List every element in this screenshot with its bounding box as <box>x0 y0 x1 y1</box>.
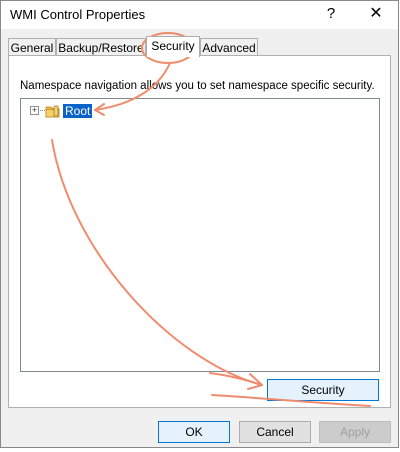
title-bar: WMI Control Properties ? ✕ <box>1 1 398 29</box>
window-title: WMI Control Properties <box>10 7 146 22</box>
security-button[interactable]: Security <box>267 379 379 401</box>
expand-icon[interactable]: + <box>30 106 39 115</box>
close-button[interactable]: ✕ <box>361 3 391 25</box>
namespace-folder-icon <box>45 105 60 118</box>
help-button[interactable]: ? <box>316 3 346 25</box>
tab-backup-restore[interactable]: Backup/Restore <box>56 38 146 56</box>
tab-advanced[interactable]: Advanced <box>200 38 258 56</box>
tree-item-root[interactable]: Root <box>63 104 93 118</box>
cancel-button[interactable]: Cancel <box>239 421 311 443</box>
tab-general[interactable]: General <box>8 38 56 56</box>
tab-security[interactable]: Security <box>146 36 200 57</box>
tab-strip: General Backup/Restore Security Advanced <box>8 36 388 57</box>
namespace-description: Namespace navigation allows you to set n… <box>20 80 375 92</box>
ok-button[interactable]: OK <box>158 421 230 443</box>
apply-button: Apply <box>319 421 391 443</box>
namespace-tree[interactable] <box>20 98 380 372</box>
